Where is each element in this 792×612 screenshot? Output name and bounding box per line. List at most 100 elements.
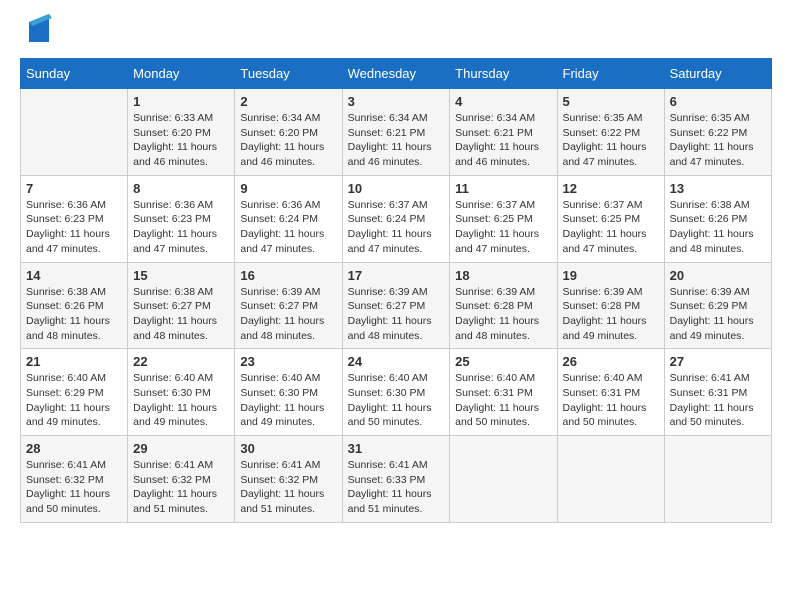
calendar-cell: 21 Sunrise: 6:40 AM Sunset: 6:29 PM Dayli…	[21, 349, 128, 436]
cell-info: Sunrise: 6:38 AM Sunset: 6:27 PM Dayligh…	[133, 285, 229, 344]
cell-info: Sunrise: 6:40 AM Sunset: 6:29 PM Dayligh…	[26, 371, 122, 430]
day-number: 15	[133, 268, 229, 283]
calendar-cell: 9 Sunrise: 6:36 AM Sunset: 6:24 PM Daylig…	[235, 175, 342, 262]
day-of-week-header: Tuesday	[235, 59, 342, 89]
cell-info: Sunrise: 6:39 AM Sunset: 6:27 PM Dayligh…	[348, 285, 445, 344]
calendar-cell: 20Sunrise: 6:39 AM Sunset: 6:29 PM Dayli…	[664, 262, 771, 349]
cell-info: Sunrise: 6:41 AM Sunset: 6:32 PM Dayligh…	[240, 458, 336, 517]
day-number: 14	[26, 268, 122, 283]
day-number: 8	[133, 181, 229, 196]
calendar-cell	[664, 436, 771, 523]
calendar-cell: 27 Sunrise: 6:41 AM Sunset: 6:31 PM Dayli…	[664, 349, 771, 436]
day-of-week-header: Friday	[557, 59, 664, 89]
cell-info: Sunrise: 6:41 AM Sunset: 6:31 PM Dayligh…	[670, 371, 766, 430]
cell-info: Sunrise: 6:39 AM Sunset: 6:27 PM Dayligh…	[240, 285, 336, 344]
cell-info: Sunrise: 6:41 AM Sunset: 6:32 PM Dayligh…	[26, 458, 122, 517]
day-number: 4	[455, 94, 551, 109]
cell-info: Sunrise: 6:38 AM Sunset: 6:26 PM Dayligh…	[670, 198, 766, 257]
calendar-week-row: 21 Sunrise: 6:40 AM Sunset: 6:29 PM Dayli…	[21, 349, 772, 436]
day-of-week-header: Wednesday	[342, 59, 450, 89]
day-number: 24	[348, 354, 445, 369]
cell-info: Sunrise: 6:40 AM Sunset: 6:30 PM Dayligh…	[348, 371, 445, 430]
calendar-cell	[557, 436, 664, 523]
day-number: 19	[563, 268, 659, 283]
calendar-week-row: 7 Sunrise: 6:36 AM Sunset: 6:23 PM Daylig…	[21, 175, 772, 262]
calendar-cell: 30 Sunrise: 6:41 AM Sunset: 6:32 PM Dayli…	[235, 436, 342, 523]
cell-info: Sunrise: 6:36 AM Sunset: 6:23 PM Dayligh…	[26, 198, 122, 257]
calendar-cell: 28 Sunrise: 6:41 AM Sunset: 6:32 PM Dayli…	[21, 436, 128, 523]
cell-info: Sunrise: 6:33 AM Sunset: 6:20 PM Dayligh…	[133, 111, 229, 170]
day-number: 27	[670, 354, 766, 369]
calendar-week-row: 28 Sunrise: 6:41 AM Sunset: 6:32 PM Dayli…	[21, 436, 772, 523]
calendar-cell: 1 Sunrise: 6:33 AM Sunset: 6:20 PM Daylig…	[128, 89, 235, 176]
day-number: 1	[133, 94, 229, 109]
cell-info: Sunrise: 6:34 AM Sunset: 6:21 PM Dayligh…	[455, 111, 551, 170]
calendar-cell: 18Sunrise: 6:39 AM Sunset: 6:28 PM Dayli…	[450, 262, 557, 349]
calendar-cell: 13 Sunrise: 6:38 AM Sunset: 6:26 PM Dayli…	[664, 175, 771, 262]
header-row: SundayMondayTuesdayWednesdayThursdayFrid…	[21, 59, 772, 89]
day-of-week-header: Sunday	[21, 59, 128, 89]
day-number: 30	[240, 441, 336, 456]
calendar-cell: 29Sunrise: 6:41 AM Sunset: 6:32 PM Dayli…	[128, 436, 235, 523]
cell-info: Sunrise: 6:36 AM Sunset: 6:23 PM Dayligh…	[133, 198, 229, 257]
calendar-cell: 24 Sunrise: 6:40 AM Sunset: 6:30 PM Dayli…	[342, 349, 450, 436]
calendar-cell: 6 Sunrise: 6:35 AM Sunset: 6:22 PM Daylig…	[664, 89, 771, 176]
logo-icon	[24, 12, 54, 48]
calendar-cell: 11Sunrise: 6:37 AM Sunset: 6:25 PM Dayli…	[450, 175, 557, 262]
calendar-cell: 10Sunrise: 6:37 AM Sunset: 6:24 PM Dayli…	[342, 175, 450, 262]
cell-info: Sunrise: 6:41 AM Sunset: 6:32 PM Dayligh…	[133, 458, 229, 517]
day-number: 12	[563, 181, 659, 196]
day-number: 13	[670, 181, 766, 196]
cell-info: Sunrise: 6:39 AM Sunset: 6:28 PM Dayligh…	[455, 285, 551, 344]
day-number: 11	[455, 181, 551, 196]
calendar-cell: 25Sunrise: 6:40 AM Sunset: 6:31 PM Dayli…	[450, 349, 557, 436]
calendar-cell: 16 Sunrise: 6:39 AM Sunset: 6:27 PM Dayli…	[235, 262, 342, 349]
cell-info: Sunrise: 6:35 AM Sunset: 6:22 PM Dayligh…	[563, 111, 659, 170]
cell-info: Sunrise: 6:34 AM Sunset: 6:21 PM Dayligh…	[348, 111, 445, 170]
calendar-cell: 22 Sunrise: 6:40 AM Sunset: 6:30 PM Dayli…	[128, 349, 235, 436]
calendar-cell: 2 Sunrise: 6:34 AM Sunset: 6:20 PM Daylig…	[235, 89, 342, 176]
cell-info: Sunrise: 6:34 AM Sunset: 6:20 PM Dayligh…	[240, 111, 336, 170]
day-number: 6	[670, 94, 766, 109]
day-number: 3	[348, 94, 445, 109]
calendar-cell: 5Sunrise: 6:35 AM Sunset: 6:22 PM Daylig…	[557, 89, 664, 176]
calendar-cell: 14 Sunrise: 6:38 AM Sunset: 6:26 PM Dayli…	[21, 262, 128, 349]
day-of-week-header: Thursday	[450, 59, 557, 89]
cell-info: Sunrise: 6:40 AM Sunset: 6:30 PM Dayligh…	[133, 371, 229, 430]
day-of-week-header: Saturday	[664, 59, 771, 89]
day-number: 9	[240, 181, 336, 196]
logo	[20, 20, 54, 48]
day-number: 25	[455, 354, 551, 369]
calendar-table: SundayMondayTuesdayWednesdayThursdayFrid…	[20, 58, 772, 523]
day-number: 26	[563, 354, 659, 369]
calendar-cell: 23 Sunrise: 6:40 AM Sunset: 6:30 PM Dayli…	[235, 349, 342, 436]
cell-info: Sunrise: 6:39 AM Sunset: 6:29 PM Dayligh…	[670, 285, 766, 344]
day-number: 23	[240, 354, 336, 369]
cell-info: Sunrise: 6:37 AM Sunset: 6:24 PM Dayligh…	[348, 198, 445, 257]
day-number: 16	[240, 268, 336, 283]
calendar-cell	[450, 436, 557, 523]
day-number: 28	[26, 441, 122, 456]
calendar-cell: 12 Sunrise: 6:37 AM Sunset: 6:25 PM Dayli…	[557, 175, 664, 262]
day-number: 22	[133, 354, 229, 369]
day-number: 7	[26, 181, 122, 196]
calendar-cell: 15 Sunrise: 6:38 AM Sunset: 6:27 PM Dayli…	[128, 262, 235, 349]
page-header	[20, 20, 772, 48]
calendar-cell: 17 Sunrise: 6:39 AM Sunset: 6:27 PM Dayli…	[342, 262, 450, 349]
cell-info: Sunrise: 6:40 AM Sunset: 6:30 PM Dayligh…	[240, 371, 336, 430]
calendar-cell: 4 Sunrise: 6:34 AM Sunset: 6:21 PM Daylig…	[450, 89, 557, 176]
day-number: 21	[26, 354, 122, 369]
calendar-cell: 7 Sunrise: 6:36 AM Sunset: 6:23 PM Daylig…	[21, 175, 128, 262]
cell-info: Sunrise: 6:40 AM Sunset: 6:31 PM Dayligh…	[563, 371, 659, 430]
cell-info: Sunrise: 6:39 AM Sunset: 6:28 PM Dayligh…	[563, 285, 659, 344]
calendar-cell	[21, 89, 128, 176]
cell-info: Sunrise: 6:38 AM Sunset: 6:26 PM Dayligh…	[26, 285, 122, 344]
calendar-week-row: 1 Sunrise: 6:33 AM Sunset: 6:20 PM Daylig…	[21, 89, 772, 176]
cell-info: Sunrise: 6:35 AM Sunset: 6:22 PM Dayligh…	[670, 111, 766, 170]
cell-info: Sunrise: 6:36 AM Sunset: 6:24 PM Dayligh…	[240, 198, 336, 257]
day-of-week-header: Monday	[128, 59, 235, 89]
day-number: 2	[240, 94, 336, 109]
calendar-cell: 26 Sunrise: 6:40 AM Sunset: 6:31 PM Dayli…	[557, 349, 664, 436]
cell-info: Sunrise: 6:37 AM Sunset: 6:25 PM Dayligh…	[563, 198, 659, 257]
day-number: 17	[348, 268, 445, 283]
